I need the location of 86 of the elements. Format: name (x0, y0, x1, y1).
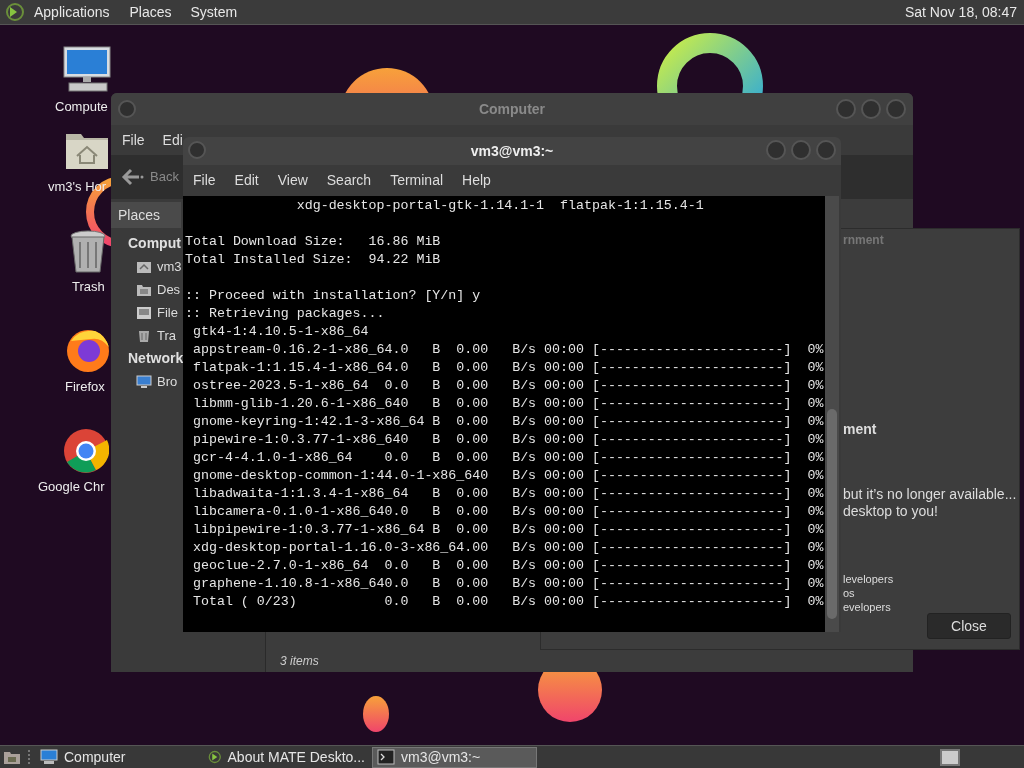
dialog-title: rnment (843, 232, 885, 248)
back-arrow-icon (121, 168, 145, 186)
logo-icon[interactable] (5, 2, 25, 22)
taskbar-button[interactable]: vm3@vm3:~ (372, 746, 537, 768)
browser-icon[interactable] (65, 327, 111, 373)
menu-item[interactable]: File (193, 170, 216, 191)
sidebar-item[interactable]: Des (157, 279, 181, 300)
terminal-line: libmm-glib-1.20.6-1-x86_640 B 0.00 B/s 00:00 [-----------------------] 0% (191, 395, 825, 413)
panel-menu[interactable]: System (190, 1, 238, 23)
terminal-line: :: Retrieving packages... (185, 305, 386, 323)
window-menu-button[interactable] (118, 100, 136, 118)
status-text: 3 items (279, 653, 320, 670)
terminal-line: gcr-4-4.1.0-1-x86_64 0.0 B 0.00 B/s 00:00 [-----------------------] 0% (191, 449, 825, 467)
terminal-line: gtk4-1:4.10.5-1-x86_64 (191, 323, 370, 341)
menu-item[interactable]: Help (462, 170, 491, 191)
logo-icon (208, 749, 222, 765)
credits-text: evelopers (843, 600, 892, 614)
terminal-line: Total Installed Size: 94.22 MiB (185, 251, 442, 269)
terminal-line: graphene-1.10.8-1-x86_640.0 B 0.00 B/s 00:00 [-----------------------] 0% (191, 575, 825, 593)
menu-item[interactable]: Terminal (390, 170, 444, 191)
menu-item[interactable]: Edit (234, 170, 259, 191)
terminal-line: appstream-0.16.2-1-x86_64.0 B 0.00 B/s 00:00 [-----------------------] 0% (191, 341, 825, 359)
menu-item[interactable]: Edi (162, 129, 183, 151)
terminal-line: ostree-2023.5-1-x86_64 0.0 B 0.00 B/s 00:00 [-----------------------] 0% (191, 377, 825, 395)
terminal-line: gnome-desktop-common-1:44.0-1-x86_640 B/s 00:00 [-----------------------] 0% (191, 467, 825, 485)
monitor-icon (40, 749, 58, 765)
scrollbar[interactable] (825, 196, 839, 632)
sidebar-header[interactable]: Places (111, 202, 181, 228)
terminal-line: libpipewire-1:0.3.77-1-x86_64 B 0.00 B/s 00:00 [-----------------------] 0% (191, 521, 825, 539)
menu-item[interactable]: View (277, 170, 308, 191)
sidebar-item[interactable]: Bro (157, 371, 178, 392)
window-menu-button[interactable] (188, 141, 206, 159)
terminal-line: xdg-desktop-portal-1.16.0-3-x86_64.00 B/s 00:00 [-----------------------] 0% (191, 539, 825, 557)
back-button[interactable]: Back (121, 167, 179, 187)
terminal-icon (377, 749, 395, 765)
sidebar-section[interactable]: Network (128, 347, 184, 370)
window-title: Computer (478, 99, 546, 119)
desktop-icon-label[interactable]: Compute (55, 97, 108, 117)
sidebar-item[interactable]: File (157, 302, 178, 323)
terminal-line: Total Download Size: 16.86 MiB (185, 233, 442, 251)
desktop-icon-label[interactable]: Firefox (65, 377, 105, 397)
scrollbar-thumb[interactable] (827, 409, 837, 619)
close-button[interactable]: Close (927, 613, 1011, 639)
sidebar-item[interactable]: Tra (157, 325, 177, 346)
drive-icon (136, 305, 152, 320)
terminal-line: gnome-keyring-1:42.1-3-x86_64 B 0.00 B/s 00:00 [-----------------------] 0% (191, 413, 825, 431)
credits-text: levelopers (843, 572, 895, 586)
close-button[interactable] (816, 140, 836, 160)
terminal-line: :: Proceed with installation? [Y/n] y (185, 287, 482, 305)
desktop-icon-label[interactable]: Trash (72, 277, 105, 297)
terminal-line: libcamera-0.1.0-1-x86_640.0 B 0.00 B/s 00:00 [-----------------------] 0% (191, 503, 825, 521)
folder-icon (136, 282, 152, 297)
dialog-heading: ment (843, 420, 878, 438)
minimize-button[interactable] (836, 99, 856, 119)
maximize-button[interactable] (861, 99, 881, 119)
window-title: vm3@vm3:~ (470, 141, 554, 161)
terminal-line: geoclue-2.7.0-1-x86_64 0.0 B 0.00 B/s 00:00 [-----------------------] 0% (191, 557, 825, 575)
browser-icon[interactable] (63, 428, 109, 474)
monitor-icon (136, 374, 152, 389)
minimize-button[interactable] (766, 140, 786, 160)
workspace-switcher[interactable] (940, 748, 960, 766)
credits-text: os (843, 586, 856, 600)
terminal-line: libadwaita-1:1.3.4-1-x86_64 B 0.00 B/s 00:00 [-----------------------] 0% (191, 485, 825, 503)
terminal-line: xdg-desktop-portal-gtk-1.14.1-1 flatpak-1:1.15.4-1 (295, 197, 705, 215)
taskbar-button[interactable]: Computer (36, 746, 201, 768)
terminal-line: pipewire-1:0.3.77-1-x86_640 B 0.00 B/s 00:00 [-----------------------] 0% (191, 431, 825, 449)
trash-icon[interactable] (69, 230, 107, 274)
panel-menu[interactable]: Places (129, 1, 172, 23)
show-desktop-icon[interactable] (3, 749, 21, 765)
computer-icon[interactable] (63, 46, 113, 92)
terminal-line: flatpak-1:1.15.4-1-x86_64.0 B 0.00 B/s 00:00 [-----------------------] 0% (191, 359, 825, 377)
terminal-line: Total ( 0/23) 0.0 B 0.00 B/s 00:00 [-----------------------] 0% (191, 593, 825, 611)
clock[interactable]: Sat Nov 18, 08:47 (904, 1, 1017, 23)
menu-item[interactable]: File (122, 129, 145, 151)
sidebar-item[interactable]: vm3 (157, 256, 182, 277)
home-icon (136, 259, 152, 274)
trash-icon (136, 328, 152, 343)
desktop-icon-label[interactable]: Google Chr (38, 477, 105, 497)
panel-menu[interactable]: Applications (34, 1, 110, 23)
sidebar-section[interactable]: Comput (128, 232, 181, 255)
description-text: desktop to you! (843, 503, 939, 520)
maximize-button[interactable] (791, 140, 811, 160)
description-text: but it’s no longer available... (843, 486, 1017, 503)
menu-item[interactable]: Search (326, 170, 372, 191)
taskbar-button[interactable]: About MATE Deskto... (204, 746, 369, 768)
close-button[interactable] (886, 99, 906, 119)
